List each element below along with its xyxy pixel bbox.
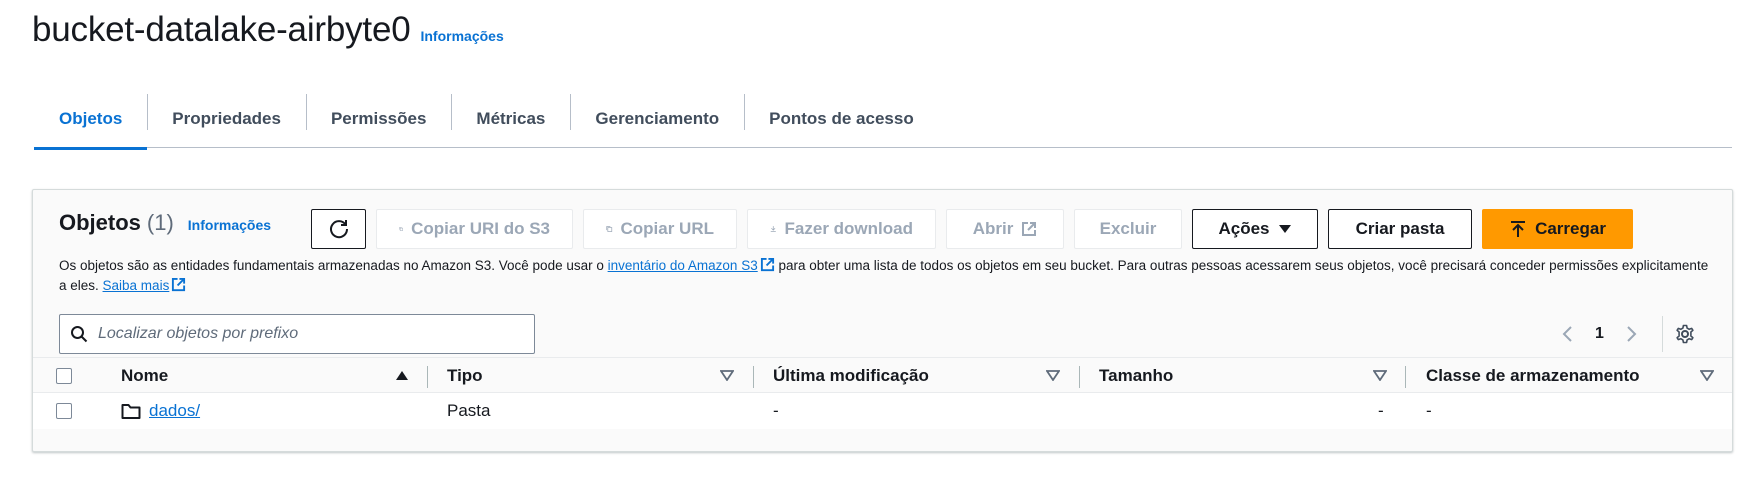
copy-url-button[interactable]: Copiar URL — [583, 209, 737, 249]
open-label: Abrir — [972, 219, 1014, 238]
name-cell: dados/ — [121, 393, 200, 429]
download-button[interactable]: Fazer download — [747, 209, 936, 249]
pagination: 1 — [1561, 314, 1695, 354]
page-number[interactable]: 1 — [1595, 325, 1604, 343]
settings-icon[interactable] — [1675, 324, 1695, 344]
table-header: Nome Tipo Última modificação Tamanho Cla… — [33, 357, 1732, 393]
select-all-cell — [56, 358, 72, 394]
refresh-icon — [329, 220, 348, 239]
select-all-checkbox[interactable] — [56, 368, 72, 384]
column-header-type[interactable]: Tipo — [447, 358, 483, 394]
search-box — [59, 314, 535, 354]
panel-header: Objetos (1) Informações — [59, 210, 271, 236]
page-header: bucket-datalake-airbyte0 Informações — [32, 10, 504, 50]
upload-button[interactable]: Carregar — [1482, 209, 1633, 249]
object-count: (1) — [146, 210, 174, 235]
column-separator — [753, 366, 754, 388]
sort-descending-icon[interactable] — [720, 370, 734, 381]
copy-url-label: Copiar URL — [620, 219, 715, 238]
folder-icon — [121, 404, 141, 419]
external-link-icon — [172, 277, 186, 292]
panel-description: Os objetos são as entidades fundamentais… — [59, 256, 1719, 296]
upload-label: Carregar — [1535, 219, 1606, 238]
external-link-icon — [1022, 222, 1037, 236]
create-folder-label: Criar pasta — [1355, 219, 1445, 238]
description-text-1: Os objetos são as entidades fundamentais… — [59, 258, 608, 273]
column-header-name[interactable]: Nome — [121, 358, 168, 394]
tab-pontos-de-acesso[interactable]: Pontos de acesso — [744, 90, 939, 148]
download-label: Fazer download — [784, 219, 913, 238]
caret-down-icon — [1278, 225, 1291, 233]
copy-s3-uri-label: Copiar URI do S3 — [411, 219, 550, 238]
search-icon — [71, 326, 88, 343]
tab-metricas[interactable]: Métricas — [451, 90, 570, 148]
objects-panel: Objetos (1) Informações Copiar URI do S3… — [32, 189, 1733, 452]
copy-s3-uri-button[interactable]: Copiar URI do S3 — [376, 209, 573, 249]
panel-title: Objetos — [59, 210, 141, 235]
tab-objetos[interactable]: Objetos — [34, 90, 148, 150]
info-link[interactable]: Informações — [420, 28, 503, 44]
tab-propriedades[interactable]: Propriedades — [147, 90, 306, 148]
objects-toolbar: Copiar URI do S3 Copiar URL Fazer downlo… — [311, 209, 1633, 249]
panel-info-link[interactable]: Informações — [188, 217, 271, 233]
copy-icon — [606, 226, 613, 232]
sort-descending-icon[interactable] — [1046, 370, 1060, 381]
download-icon — [770, 226, 776, 232]
column-separator — [1079, 366, 1080, 388]
column-header-size[interactable]: Tamanho — [1099, 358, 1173, 394]
row-select-cell — [56, 393, 72, 429]
open-button[interactable]: Abrir — [946, 209, 1064, 249]
search-input[interactable] — [98, 325, 518, 343]
pager-divider — [1661, 316, 1663, 352]
copy-icon — [399, 227, 403, 231]
upload-icon — [1511, 221, 1526, 237]
size-cell: - — [1378, 401, 1384, 420]
table-row: dados/ Pasta - - - — [33, 393, 1732, 429]
chevron-left-icon[interactable] — [1561, 325, 1573, 343]
row-checkbox[interactable] — [56, 403, 72, 419]
tab-gerenciamento[interactable]: Gerenciamento — [570, 90, 744, 148]
column-separator — [427, 366, 428, 388]
inventory-link[interactable]: inventário do Amazon S3 — [608, 258, 758, 273]
sort-ascending-icon[interactable] — [395, 370, 409, 381]
folder-link[interactable]: dados/ — [149, 401, 200, 421]
tab-bar: Objetos Propriedades Permissões Métricas… — [34, 90, 1732, 150]
refresh-button[interactable] — [311, 209, 366, 249]
storage-class-cell: - — [1426, 401, 1432, 420]
actions-dropdown[interactable]: Ações — [1192, 209, 1318, 249]
sort-descending-icon[interactable] — [1373, 370, 1387, 381]
type-cell: Pasta — [447, 401, 491, 420]
learn-more-link[interactable]: Saiba mais — [103, 278, 170, 293]
chevron-right-icon[interactable] — [1626, 325, 1638, 343]
sort-descending-icon[interactable] — [1700, 370, 1714, 381]
external-link-icon — [760, 257, 774, 272]
tab-permissoes[interactable]: Permissões — [305, 90, 451, 148]
bucket-title: bucket-datalake-airbyte0 — [32, 10, 411, 49]
delete-label: Excluir — [1099, 219, 1157, 238]
create-folder-button[interactable]: Criar pasta — [1328, 209, 1472, 249]
column-separator — [1405, 366, 1406, 388]
column-header-last-modified[interactable]: Última modificação — [773, 358, 929, 394]
delete-button[interactable]: Excluir — [1074, 209, 1182, 249]
column-header-storage-class[interactable]: Classe de armazenamento — [1426, 358, 1640, 394]
last-modified-cell: - — [773, 401, 779, 420]
actions-label: Ações — [1218, 219, 1270, 238]
